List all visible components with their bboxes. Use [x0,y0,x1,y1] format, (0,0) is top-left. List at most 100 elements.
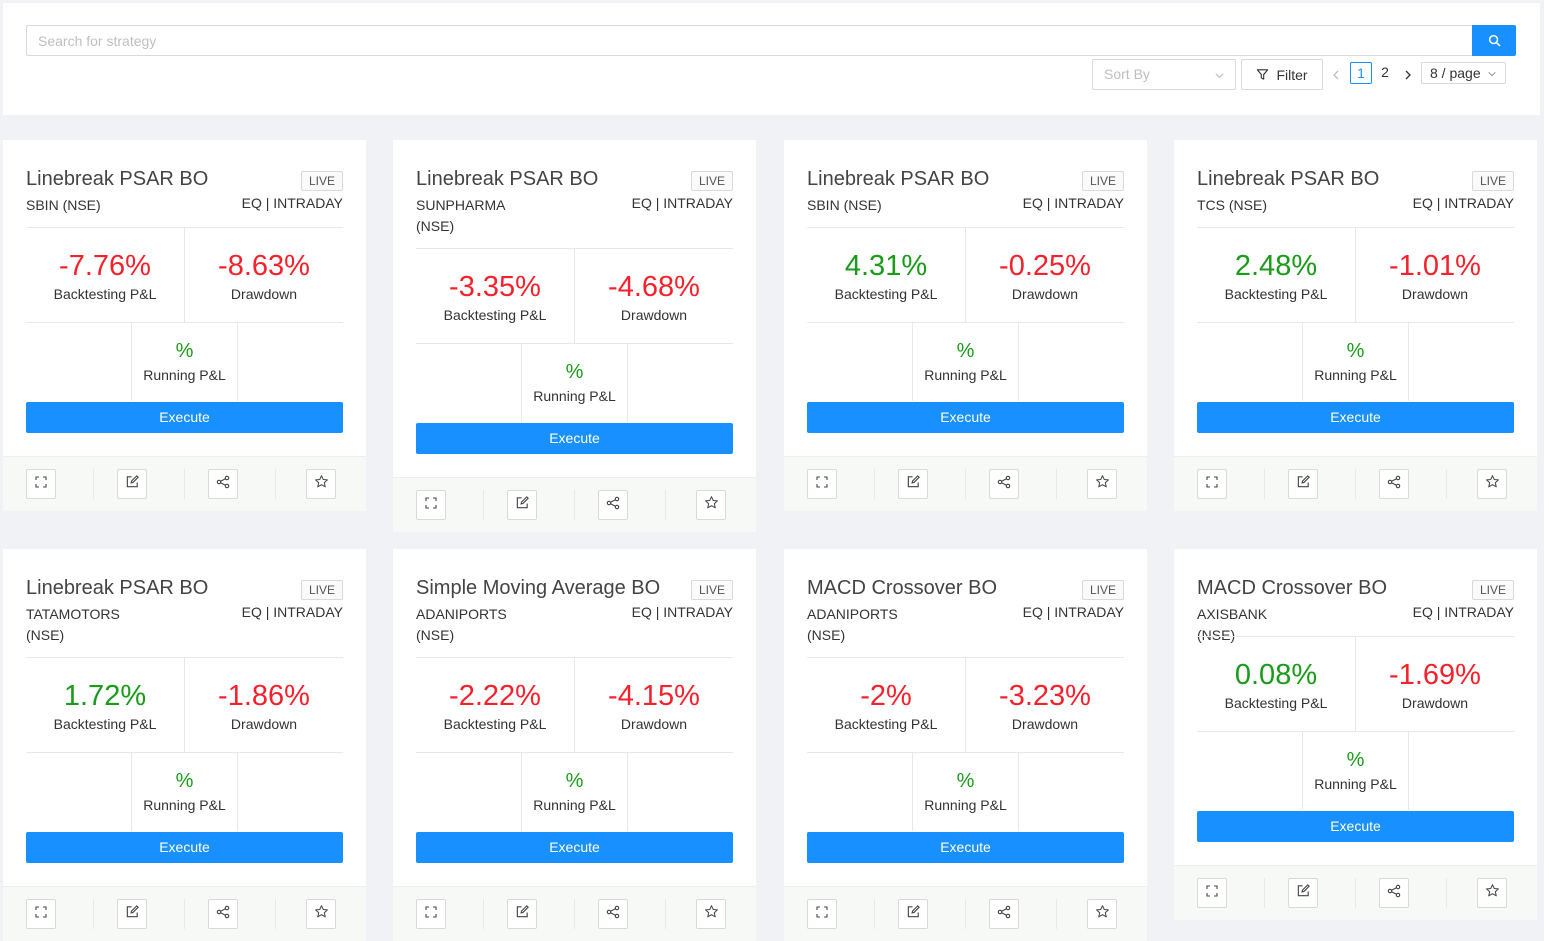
share-button[interactable] [208,899,238,929]
search-icon [1488,34,1500,47]
strategy-title: MACD Crossover BO [807,577,998,599]
action-divider [1056,469,1057,499]
expand-button[interactable] [1197,878,1227,908]
edit-button[interactable] [507,490,537,520]
favorite-button[interactable] [1477,878,1507,908]
drawdown-value: -8.63% [218,250,310,282]
strategy-card: MACD Crossover BO LIVE ADANIPORTS (NSE) … [784,549,1147,941]
expand-button[interactable] [26,899,56,929]
execute-button[interactable]: Execute [807,832,1124,863]
expand-button[interactable] [416,899,446,929]
action-divider [1446,878,1447,908]
expand-button[interactable] [26,469,56,499]
edit-button[interactable] [507,899,537,929]
strategy-segment: EQ | INTRADAY [1412,195,1514,211]
favorite-button[interactable] [1477,469,1507,499]
edit-button[interactable] [898,899,928,929]
live-badge: LIVE [1081,171,1124,191]
favorite-button[interactable] [696,490,726,520]
live-badge: LIVE [1471,580,1514,600]
expand-icon [1205,884,1219,903]
star-icon [1095,474,1110,494]
backtesting-pnl-value: 1.72% [63,680,147,712]
chevron-left-icon [1333,70,1339,80]
pagination-next[interactable] [1402,65,1414,85]
share-icon [606,496,620,515]
page-size-select[interactable]: 8 / page [1421,62,1506,84]
backtesting-pnl-label: Backtesting P&L [443,307,547,323]
pagination-page-2[interactable]: 2 [1374,62,1396,84]
drawdown: -4.15% Drawdown [575,678,733,732]
running-pnl-label: Running P&L [1314,367,1397,383]
backtesting-pnl: 4.31% Backtesting P&L [807,248,965,302]
running-pnl-label: Running P&L [1314,776,1397,792]
action-divider [874,469,875,499]
share-button[interactable] [598,490,628,520]
execute-button[interactable]: Execute [26,832,343,863]
execute-button[interactable]: Execute [416,832,733,863]
edit-button[interactable] [117,899,147,929]
backtesting-pnl-label: Backtesting P&L [443,716,547,732]
search-input[interactable] [26,25,1472,56]
execute-button[interactable]: Execute [26,402,343,433]
strategy-title: Linebreak PSAR BO [26,577,209,599]
running-pnl-label: Running P&L [533,388,616,404]
strategy-title: Linebreak PSAR BO [1197,168,1380,190]
action-divider [483,490,484,520]
share-button[interactable] [989,469,1019,499]
running-pnl: % Running P&L [521,344,628,422]
action-divider [665,490,666,520]
share-icon [606,905,620,924]
edit-button[interactable] [1288,469,1318,499]
share-button[interactable] [1379,469,1409,499]
live-badge: LIVE [690,171,733,191]
favorite-button[interactable] [306,899,336,929]
drawdown: -1.69% Drawdown [1356,657,1514,711]
drawdown: -4.68% Drawdown [575,269,733,323]
execute-button[interactable]: Execute [1197,811,1514,842]
strategy-title: Linebreak PSAR BO [26,168,209,190]
favorite-button[interactable] [696,899,726,929]
execute-button[interactable]: Execute [807,402,1124,433]
share-button[interactable] [989,899,1019,929]
share-button[interactable] [1379,878,1409,908]
edit-icon [125,904,140,924]
execute-button[interactable]: Execute [416,423,733,454]
expand-icon [34,475,48,494]
running-pnl: % Running P&L [912,323,1019,401]
expand-button[interactable] [416,490,446,520]
action-divider [574,899,575,929]
strategy-segment: EQ | INTRADAY [631,195,733,211]
favorite-button[interactable] [306,469,336,499]
metrics-panel: 2.48% Backtesting P&L -1.01% Drawdown [1197,227,1514,323]
edit-button[interactable] [898,469,928,499]
metrics-panel: -3.35% Backtesting P&L -4.68% Drawdown [416,248,733,344]
running-pnl: % Running P&L [521,753,628,831]
edit-button[interactable] [1288,878,1318,908]
edit-button[interactable] [117,469,147,499]
card-actions [393,477,756,532]
share-button[interactable] [598,899,628,929]
expand-button[interactable] [807,469,837,499]
favorite-button[interactable] [1087,899,1117,929]
execute-button[interactable]: Execute [1197,402,1514,433]
sort-by-select[interactable]: Sort By [1092,59,1236,90]
filter-button[interactable]: Filter [1241,59,1323,90]
expand-button[interactable] [1197,469,1227,499]
favorite-button[interactable] [1087,469,1117,499]
share-button[interactable] [208,469,238,499]
search-button[interactable] [1472,25,1516,56]
drawdown: -8.63% Drawdown [185,248,343,302]
running-pnl-label: Running P&L [143,367,226,383]
running-pnl: % Running P&L [131,753,238,831]
pagination-page-1[interactable]: 1 [1350,62,1372,84]
edit-icon [515,495,530,515]
pagination-prev[interactable] [1330,65,1342,85]
expand-button[interactable] [807,899,837,929]
backtesting-pnl-value: -2% [860,680,912,712]
action-divider [275,469,276,499]
page-size-label: 8 / page [1430,65,1481,81]
strategy-symbol: SBIN (NSE) [26,197,101,213]
action-divider [184,469,185,499]
edit-icon [515,904,530,924]
